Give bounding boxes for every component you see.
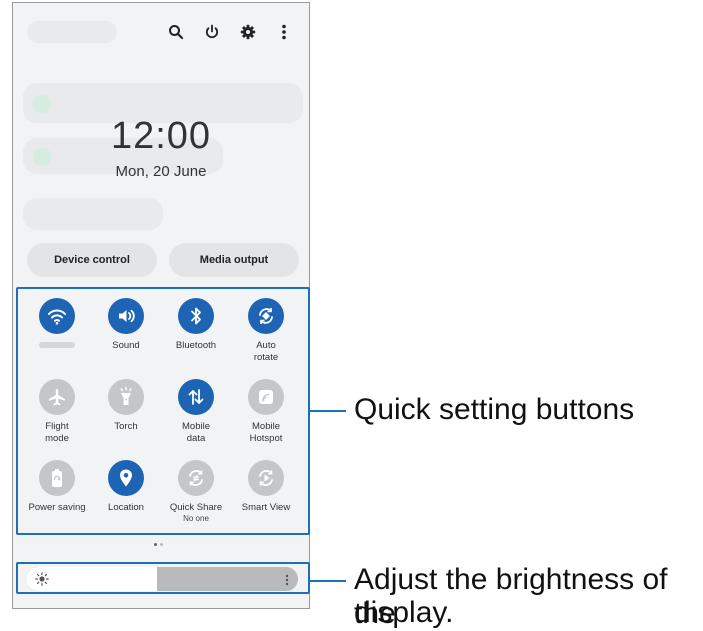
tile-location[interactable]: Location [90, 460, 162, 514]
page-indicator [154, 543, 163, 546]
blurred-notification [23, 198, 163, 230]
device-control-button[interactable]: Device control [27, 243, 157, 277]
tile-smart-view[interactable]: Smart View [230, 460, 302, 514]
tile-quick-share[interactable]: Quick Share No one [160, 460, 232, 524]
callout-leader-brightness [310, 580, 346, 582]
bluetooth-icon [178, 298, 214, 334]
top-toolbar [165, 21, 295, 43]
tile-power-saving[interactable]: Power saving [21, 460, 93, 514]
quick-share-icon [178, 460, 214, 496]
wifi-network-name [39, 342, 75, 348]
sound-icon [108, 298, 144, 334]
media-output-button[interactable]: Media output [169, 243, 299, 277]
date: Mon, 20 June [115, 163, 207, 180]
tile-sound[interactable]: Sound [90, 298, 162, 352]
wifi-icon [39, 298, 75, 334]
brightness-slider[interactable] [26, 567, 298, 591]
torch-icon [108, 379, 144, 415]
tile-label: Location [108, 502, 144, 513]
hotspot-icon [248, 379, 284, 415]
smart-view-icon [248, 460, 284, 496]
blurred-header [27, 21, 117, 43]
sun-icon [35, 572, 49, 591]
tile-label: Mobile Hotspot [249, 421, 283, 444]
auto-rotate-icon [248, 298, 284, 334]
tile-flight-mode[interactable]: Flight mode [21, 379, 93, 445]
location-icon [108, 460, 144, 496]
more-vertical-icon[interactable] [273, 21, 295, 43]
tile-label: Flight mode [45, 421, 69, 444]
blurred-notification-icon [33, 95, 51, 113]
tile-sublabel: No one [183, 514, 209, 523]
tile-wifi[interactable] [21, 298, 93, 348]
callout-quick-settings: Quick setting buttons [354, 393, 635, 426]
page-dot [160, 543, 163, 546]
tile-label: Mobile data [182, 421, 210, 444]
tile-bluetooth[interactable]: Bluetooth [160, 298, 232, 352]
brightness-more-icon[interactable] [285, 573, 289, 591]
tile-label: Torch [114, 421, 138, 432]
tile-mobile-hotspot[interactable]: Mobile Hotspot [230, 379, 302, 445]
tile-label: Bluetooth [175, 340, 217, 351]
tile-label: Sound [112, 340, 140, 351]
mobile-data-icon [178, 379, 214, 415]
tile-torch[interactable]: Torch [90, 379, 162, 433]
tile-mobile-data[interactable]: Mobile data [160, 379, 232, 445]
power-icon[interactable] [201, 21, 223, 43]
callout-leader-quick-settings [310, 410, 346, 412]
tile-label: Power saving [28, 502, 86, 513]
search-icon[interactable] [165, 21, 187, 43]
tile-label: Auto rotate [253, 340, 279, 363]
power-saving-icon [39, 460, 75, 496]
gear-icon[interactable] [237, 21, 259, 43]
clock: 12:00 [110, 115, 212, 157]
callout-brightness-line2: display. [354, 596, 454, 629]
tile-auto-rotate[interactable]: Auto rotate [230, 298, 302, 364]
airplane-icon [39, 379, 75, 415]
tile-label: Smart View [241, 502, 291, 513]
tile-label: Quick Share [169, 502, 223, 513]
page-dot-active [154, 543, 157, 546]
